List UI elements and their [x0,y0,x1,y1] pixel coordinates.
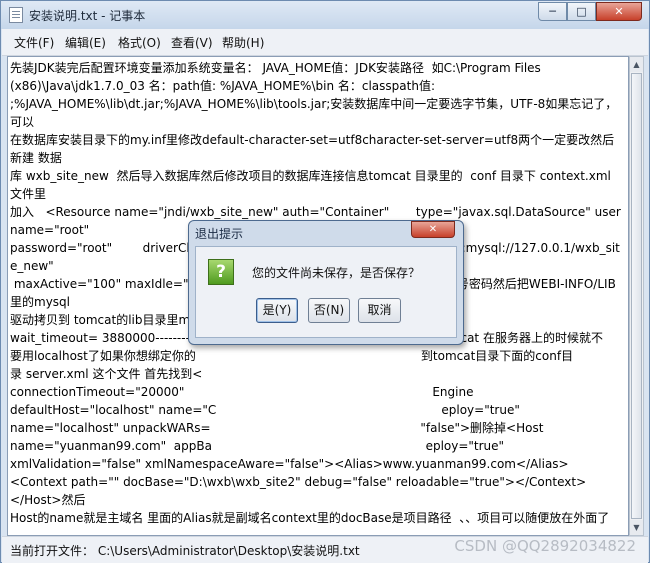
scroll-thumb[interactable] [631,73,642,519]
no-button[interactable]: 否(N) [308,298,350,323]
scroll-up-icon[interactable]: ▲ [630,57,643,72]
maximize-button[interactable]: □ [567,2,596,21]
cancel-button[interactable]: 取消 [358,298,401,323]
vertical-scrollbar[interactable]: ▲ ▼ [629,56,644,536]
minimize-button[interactable]: ─ [538,2,567,21]
question-icon: ? [208,259,234,285]
dialog-message: 您的文件尚未保存，是否保存？ [252,266,421,280]
dialog-close-button[interactable]: ✕ [411,221,455,238]
close-button[interactable]: ✕ [596,2,642,21]
menu-edit[interactable]: 编辑(E) [65,34,106,51]
dialog-title: 退出提示 [195,227,244,241]
scroll-down-icon[interactable]: ▼ [630,520,643,535]
title-bar[interactable]: 安装说明.txt - 记事本 ─ □ ✕ [1,1,649,29]
menu-view[interactable]: 查看(V) [171,34,213,51]
watermark: CSDN @QQ2892034822 [454,537,636,555]
status-text: 当前打开文件： C:\Users\Administrator\Desktop\安… [10,544,360,558]
dialog-body: ? 您的文件尚未保存，是否保存？ 是(Y) 否(N) 取消 [195,246,457,338]
window-title: 安装说明.txt - 记事本 [29,9,146,23]
menu-format[interactable]: 格式(O) [118,34,161,51]
menu-help[interactable]: 帮助(H) [222,34,264,51]
notepad-icon [9,7,23,23]
exit-dialog: 退出提示 ✕ ? 您的文件尚未保存，是否保存？ 是(Y) 否(N) 取消 [188,220,464,345]
yes-button[interactable]: 是(Y) [256,298,298,323]
menu-file[interactable]: 文件(F) [14,34,54,51]
menu-bar: 文件(F) 编辑(E) 格式(O) 查看(V) 帮助(H) [2,29,648,56]
